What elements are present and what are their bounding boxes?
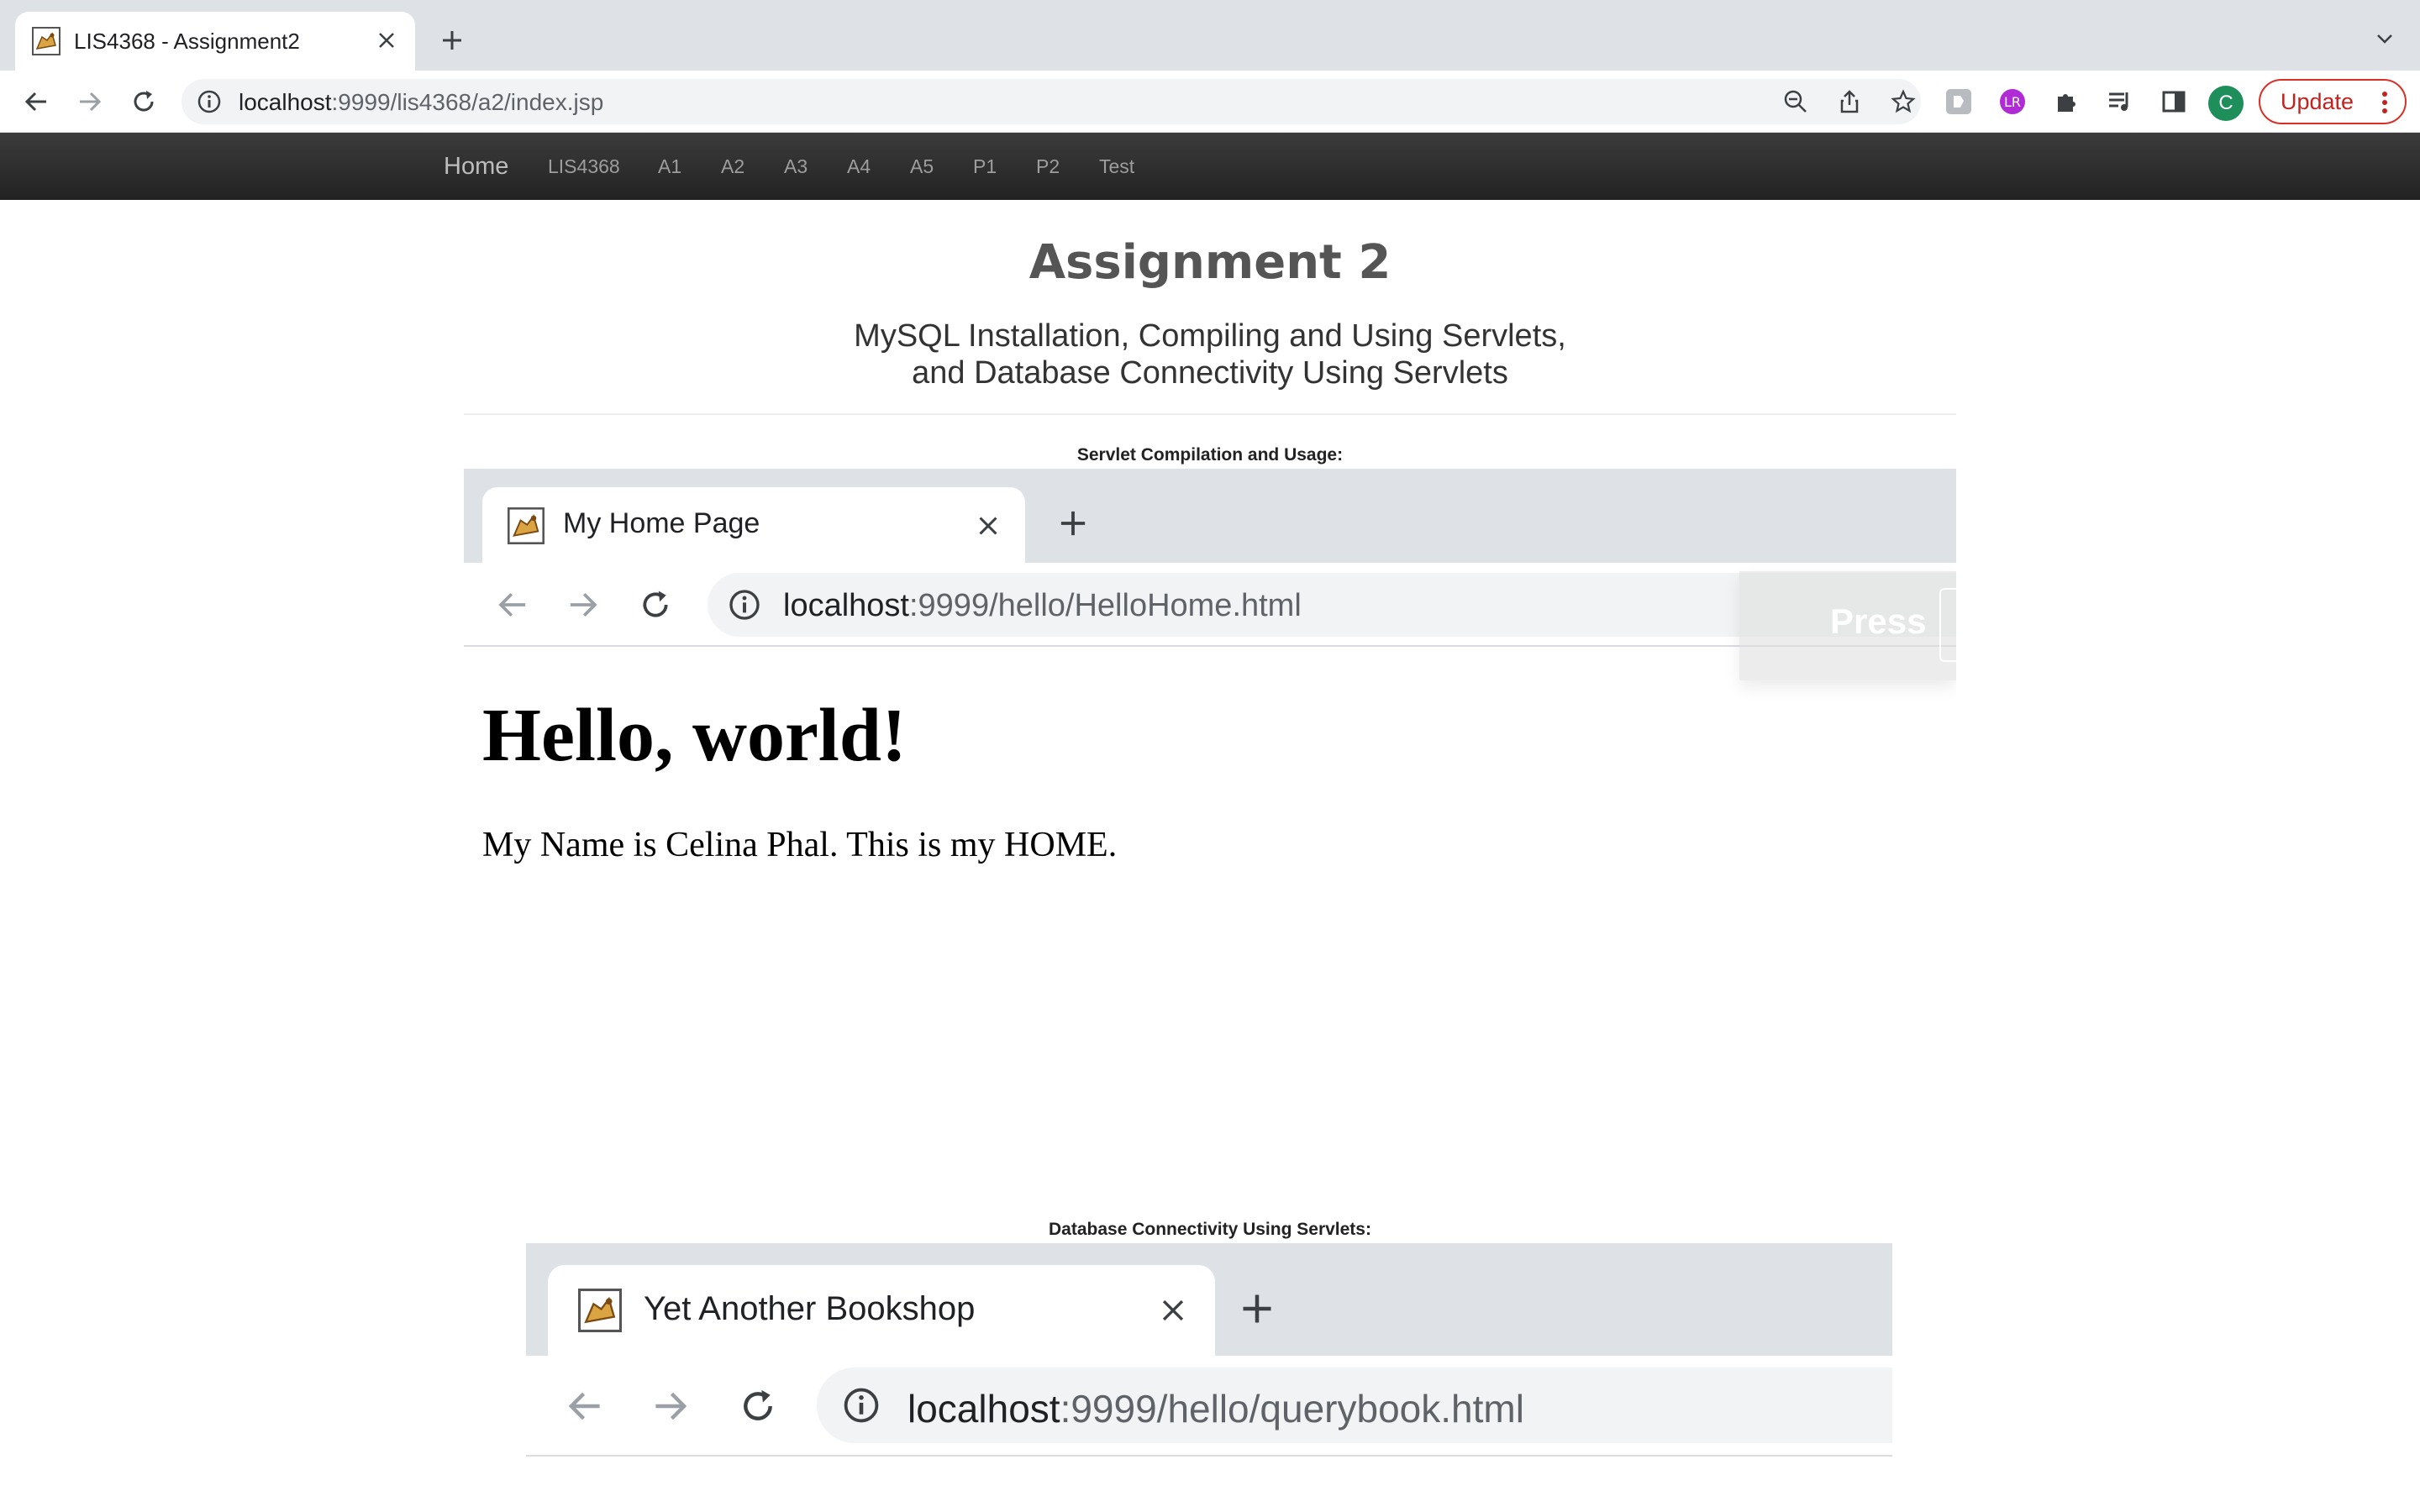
media-queue-icon[interactable] [2101,82,2139,121]
nav-p2[interactable]: P2 [1036,133,1060,200]
url-path: :9999/lis4368/a2/index.jsp [331,89,604,115]
tomcat-favicon-icon [508,507,544,544]
new-tab-icon[interactable] [434,22,471,59]
screenshot-tab: My Home Page [482,487,1025,563]
forward-arrow-icon [645,1381,696,1431]
overlay-press-text: Press [1830,601,1927,641]
reload-icon [733,1381,783,1431]
plus-icon [1054,504,1092,543]
screenshot-hello-home: My Home Page localhost:9999/hello/HelloH… [464,469,1956,941]
reload-icon[interactable] [124,82,163,121]
more-vert-icon[interactable] [2381,91,2388,114]
url-path: :9999/hello/HelloHome.html [908,588,1302,623]
close-icon [970,507,1007,544]
screenshot-tab-strip: My Home Page [464,469,1956,563]
nav-a1[interactable]: A1 [658,133,681,200]
profile-avatar[interactable]: C [2208,86,2244,121]
nav-test[interactable]: Test [1099,133,1134,200]
key-hint-box [1939,588,1956,662]
url-host: localhost [783,588,909,623]
screenshot-address-bar: localhost:9999/hello/querybook.html [817,1368,1892,1443]
forward-arrow-icon [561,583,605,627]
nav-a5[interactable]: A5 [910,133,934,200]
reload-icon [634,583,677,627]
share-icon[interactable] [1835,87,1864,116]
back-arrow-icon[interactable] [17,82,55,121]
close-tab-icon[interactable] [370,24,403,57]
side-panel-icon[interactable] [2154,82,2193,121]
back-arrow-icon [560,1381,610,1431]
update-label: Update [2281,88,2354,114]
screenshot-toolbar: localhost:9999/hello/querybook.html [526,1356,1892,1457]
chevron-down-icon[interactable] [2368,22,2402,55]
extensions-puzzle-icon[interactable] [2047,82,2086,121]
tomcat-favicon-icon [32,27,60,55]
nav-lis4368[interactable]: LIS4368 [548,133,620,200]
tomcat-favicon-icon [578,1289,622,1332]
extension-purple-icon[interactable]: LR [1993,82,2032,121]
address-bar[interactable]: localhost:9999/lis4368/a2/index.jsp [182,79,1921,124]
screenshot-heading: Hello, world! [482,694,907,777]
url-host: localhost [908,1387,1060,1431]
site-navbar: Home LIS4368 A1 A2 A3 A4 A5 P1 P2 Test [0,133,2420,200]
divider [464,413,1956,415]
close-icon [1151,1289,1195,1332]
plus-icon [1234,1285,1281,1332]
screenshot-querybook: Yet Another Bookshop localhost:9999/hell… [526,1243,1892,1512]
zoom-out-icon[interactable] [1781,87,1810,116]
forward-arrow-icon[interactable] [71,82,109,121]
screenshot-toolbar: localhost:9999/hello/HelloHome.html [464,563,1956,647]
back-arrow-icon [491,583,534,627]
section2-label: Database Connectivity Using Servlets: [1049,1220,1371,1239]
browser-tab-strip: LIS4368 - Assignment2 [0,0,2420,71]
nav-home[interactable]: Home [444,133,508,200]
page-subtitle: MySQL Installation, Compiling and Using … [0,318,2420,391]
nav-a2[interactable]: A2 [721,133,744,200]
nav-p1[interactable]: P1 [973,133,997,200]
browser-toolbar: localhost:9999/lis4368/a2/index.jsp LR C… [0,71,2420,133]
info-icon [728,588,761,622]
bookmark-star-icon[interactable] [1889,87,1918,116]
screenshot-tab-title: My Home Page [563,507,760,539]
screenshot-tab-strip: Yet Another Bookshop [526,1243,1892,1356]
subtitle-line-1: MySQL Installation, Compiling and Using … [854,318,1566,354]
tab-title: LIS4368 - Assignment2 [74,29,300,54]
subtitle-line-2: and Database Connectivity Using Servlets [912,355,1508,391]
svg-text:LR: LR [2004,94,2021,110]
nav-a4[interactable]: A4 [847,133,871,200]
info-icon[interactable] [197,89,222,114]
extension-gray-icon[interactable] [1939,82,1978,121]
url-path: :9999/hello/querybook.html [1060,1387,1524,1431]
screenshot-url: localhost:9999/hello/querybook.html [908,1386,1524,1431]
screenshot-paragraph: My Name is Celina Phal. This is my HOME. [482,826,1118,864]
url-host: localhost [239,89,332,115]
info-icon [842,1386,881,1425]
section1-label: Servlet Compilation and Usage: [1076,445,1344,465]
browser-tab-active[interactable]: LIS4368 - Assignment2 [15,12,415,71]
nav-a3[interactable]: A3 [784,133,808,200]
screenshot-tab-title: Yet Another Bookshop [644,1290,976,1327]
address-url: localhost:9999/lis4368/a2/index.jsp [239,89,603,116]
update-button[interactable]: Update [2259,79,2407,124]
page-title: Assignment 2 [1028,235,1392,290]
screenshot-url: localhost:9999/hello/HelloHome.html [783,588,1302,624]
screenshot-tab: Yet Another Bookshop [548,1265,1215,1356]
fullscreen-hint-overlay: Press [1739,571,1956,680]
